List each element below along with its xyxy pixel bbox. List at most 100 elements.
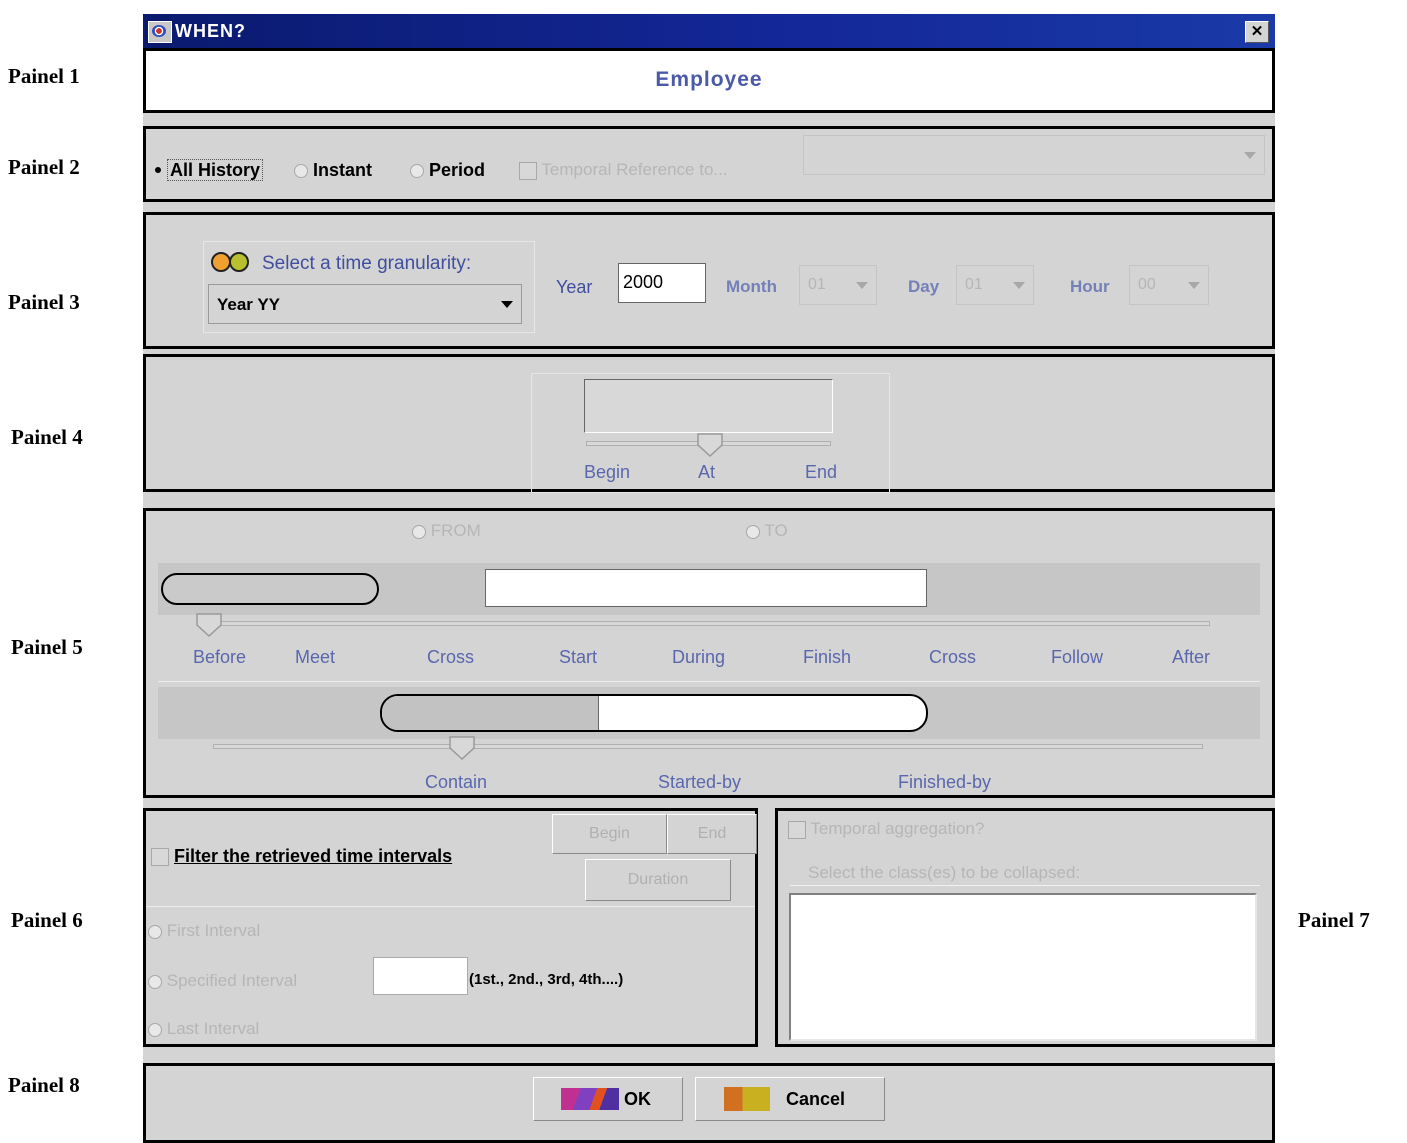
panel-7-aggregation: Temporal aggregation? Select the class(e…: [775, 808, 1275, 1047]
chevron-down-icon: [1013, 282, 1025, 289]
ok-label: OK: [624, 1089, 651, 1109]
year-value: 2000: [623, 272, 664, 292]
hour-dropdown[interactable]: 00: [1129, 265, 1209, 305]
option-period[interactable]: Period: [410, 160, 485, 181]
temporal-ref-label: Temporal Reference to...: [541, 160, 728, 179]
panel-8-label: Painel 8: [8, 1073, 80, 1097]
instant-end-label: End: [805, 462, 838, 482]
specified-interval-option[interactable]: Specified Interval: [148, 971, 297, 991]
option-instant[interactable]: Instant: [294, 160, 372, 181]
source-interval-shape: [161, 573, 379, 605]
period-label: Period: [429, 160, 486, 180]
to-label: TO: [764, 521, 788, 540]
from-option[interactable]: FROM: [412, 521, 481, 541]
panel-2-label: Painel 2: [8, 155, 80, 179]
java-app-icon: [148, 21, 172, 43]
relation-during: During: [672, 647, 726, 667]
contain-slider-thumb[interactable]: [449, 736, 475, 760]
panel-8-actions: OK Cancel: [143, 1063, 1275, 1143]
from-radio[interactable]: [412, 524, 426, 539]
chevron-down-icon: [501, 301, 513, 308]
close-button[interactable]: ✕: [1245, 21, 1269, 43]
from-label: FROM: [430, 521, 481, 540]
granularity-label: Select a time granularity:: [262, 253, 472, 274]
cancel-label: Cancel: [786, 1089, 846, 1109]
filter-separator: [146, 906, 755, 907]
temporal-ref-option[interactable]: Temporal Reference to...: [519, 160, 728, 180]
specified-interval-radio[interactable]: [148, 974, 162, 989]
month-label: Month: [726, 277, 777, 296]
finished-by-label: Finished-by: [898, 772, 992, 792]
month-dropdown[interactable]: 01: [799, 265, 877, 305]
instant-radio[interactable]: [294, 164, 308, 179]
first-interval-label: First Interval: [166, 921, 261, 940]
ok-icon: [561, 1088, 619, 1110]
instant-begin-label: Begin: [584, 462, 631, 482]
last-interval-radio[interactable]: [148, 1022, 162, 1037]
all-history-radio[interactable]: [152, 164, 162, 178]
contain-labels: Contain Started-by Finished-by: [146, 772, 1272, 796]
ordinal-hint: (1st., 2nd., 3rd, 4th....): [469, 971, 624, 988]
first-interval-option[interactable]: First Interval: [148, 921, 260, 941]
hour-value: 00: [1138, 276, 1156, 293]
title-bar[interactable]: WHEN? ✕: [143, 14, 1275, 48]
filter-end-button[interactable]: End: [667, 814, 757, 854]
collapse-class-list[interactable]: [789, 893, 1257, 1041]
panel-4-instant: Begin At End: [143, 354, 1275, 493]
close-icon: ✕: [1250, 23, 1264, 40]
all-history-label: All History: [167, 159, 264, 181]
panel-2-type: All History Instant Period Temporal Refe…: [143, 126, 1275, 202]
granularity-dropdown[interactable]: Year YY: [208, 284, 522, 324]
filter-duration-button[interactable]: Duration: [585, 859, 731, 901]
last-interval-option[interactable]: Last Interval: [148, 1019, 259, 1039]
relation-finish: Finish: [803, 647, 852, 667]
aggregation-checkbox[interactable]: [788, 820, 806, 839]
granularity-value: Year YY: [217, 295, 281, 314]
reference-interval-shape: [485, 569, 927, 607]
day-dropdown[interactable]: 01: [956, 265, 1034, 305]
cancel-button[interactable]: Cancel: [695, 1077, 885, 1121]
instant-slider-thumb[interactable]: [697, 433, 723, 457]
specified-interval-input[interactable]: [373, 957, 468, 995]
class-name-title: Employee: [655, 68, 763, 91]
temporal-ref-dropdown[interactable]: [803, 135, 1265, 175]
relation-meet: Meet: [295, 647, 336, 667]
relation-after: After: [1172, 647, 1211, 667]
aggregation-option[interactable]: Temporal aggregation?: [788, 819, 984, 839]
filter-begin-button[interactable]: Begin: [552, 814, 667, 854]
chevron-down-icon: [1188, 282, 1200, 289]
relation-slider-track[interactable]: [198, 621, 1210, 626]
chevron-down-icon: [1244, 152, 1256, 159]
option-all-history[interactable]: All History: [152, 159, 264, 181]
ok-button[interactable]: OK: [533, 1077, 683, 1121]
filter-option[interactable]: Filter the retrieved time intervals: [151, 846, 452, 867]
year-input[interactable]: 2000: [618, 263, 706, 303]
temporal-ref-checkbox[interactable]: [519, 161, 537, 180]
granularity-group: Select a time granularity: Year YY: [203, 241, 535, 333]
to-radio[interactable]: [746, 524, 760, 539]
clock-icon: [211, 252, 251, 274]
filter-label: Filter the retrieved time intervals: [174, 846, 453, 866]
started-by-label: Started-by: [658, 772, 742, 792]
panel-5-period: FROM TO Before Meet Cross Start During F…: [143, 508, 1275, 798]
contain-label: Contain: [425, 772, 488, 792]
relation-before: Before: [193, 647, 247, 667]
month-value: 01: [808, 276, 826, 293]
collapse-label: Select the class(es) to be collapsed:: [808, 863, 1081, 882]
relation-slider-thumb[interactable]: [196, 613, 222, 637]
filter-checkbox[interactable]: [151, 848, 169, 867]
first-interval-radio[interactable]: [148, 924, 162, 939]
contain-shape-fill: [382, 696, 599, 730]
last-interval-label: Last Interval: [166, 1019, 260, 1038]
panel-1-label: Painel 1: [8, 64, 80, 88]
relation-follow: Follow: [1051, 647, 1104, 667]
panel-7-label: Painel 7: [1298, 908, 1370, 932]
hour-label: Hour: [1070, 277, 1110, 296]
period-radio[interactable]: [410, 164, 424, 179]
instant-label: Instant: [313, 160, 373, 180]
panel-3-granularity: Select a time granularity: Year YY Year …: [143, 212, 1275, 349]
panel-3-label: Painel 3: [8, 290, 80, 314]
period-separator: [158, 681, 1260, 682]
to-option[interactable]: TO: [746, 521, 788, 541]
contain-slider-track[interactable]: [213, 744, 1203, 749]
